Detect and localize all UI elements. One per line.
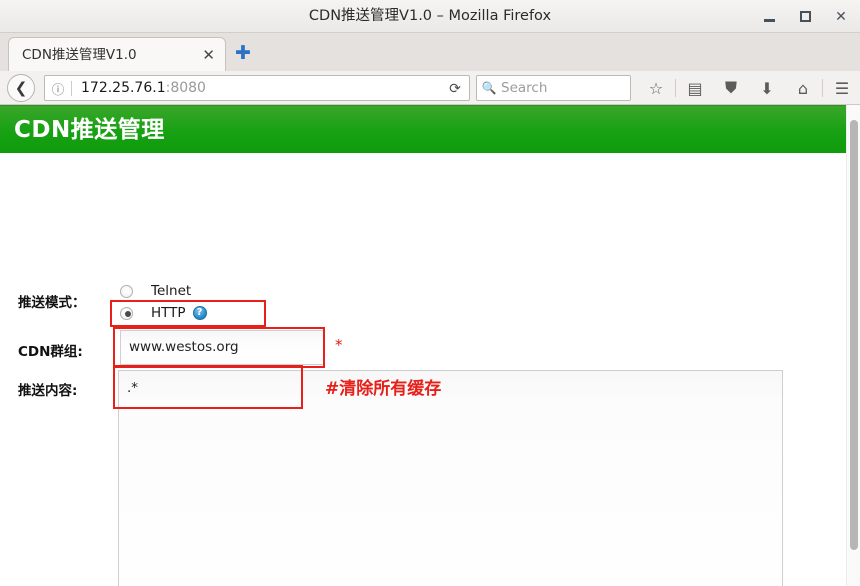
pocket-shield-icon[interactable]: ⛊ (713, 75, 749, 101)
title-bar: CDN推送管理V1.0 – Mozilla Firefox ✕ (0, 0, 860, 33)
maximize-icon (799, 11, 811, 22)
maximize-button[interactable] (794, 6, 816, 28)
browser-tab[interactable]: CDN推送管理V1.0 ✕ (8, 37, 226, 71)
url-port: :8080 (165, 80, 206, 96)
window-title: CDN推送管理V1.0 – Mozilla Firefox (308, 8, 552, 24)
search-icon: 🔍 (481, 81, 497, 95)
push-mode-label: 推送模式： (18, 295, 86, 311)
toolbar-separator (675, 79, 676, 97)
toolbar-separator (822, 79, 823, 97)
downloads-icon[interactable]: ⬇ (749, 75, 785, 101)
reload-icon[interactable]: ⟳ (445, 80, 465, 98)
search-bar[interactable]: 🔍 Search (476, 75, 631, 101)
annotation-box-content (113, 365, 303, 409)
search-placeholder: Search (501, 80, 548, 96)
reading-list-icon[interactable]: ▤ (677, 75, 713, 101)
page-scrollbar-thumb[interactable] (850, 120, 858, 550)
page-scrollbar[interactable] (846, 105, 860, 586)
required-asterisk: * (335, 336, 343, 354)
minimize-button[interactable] (758, 6, 780, 28)
url-bar[interactable]: ⓘ 172.25.76.1:8080 ⟳ (44, 75, 470, 101)
page-title: CDN推送管理 (14, 117, 165, 143)
url-text: 172.25.76.1:8080 (81, 80, 206, 96)
tab-close-icon[interactable]: ✕ (202, 38, 215, 72)
url-host: 172.25.76.1 (81, 80, 166, 96)
home-icon[interactable]: ⌂ (785, 75, 821, 101)
push-content-label: 推送内容: (18, 383, 78, 399)
radio-telnet-label: Telnet (151, 283, 192, 299)
tab-strip: CDN推送管理V1.0 ✕ ✚ (0, 33, 860, 71)
cdn-group-label: CDN群组: (18, 344, 83, 360)
radio-telnet-icon[interactable] (120, 284, 133, 298)
app-header: CDN推送管理 (0, 105, 852, 153)
annotation-box-http (110, 300, 266, 327)
bookmark-star-icon[interactable]: ☆ (638, 75, 674, 101)
site-info-icon[interactable]: ⓘ (45, 79, 71, 98)
radio-option-telnet[interactable]: Telnet (120, 283, 191, 299)
tab-title: CDN推送管理V1.0 (22, 47, 137, 63)
url-separator (71, 80, 72, 96)
close-button[interactable]: ✕ (830, 6, 852, 28)
new-tab-icon[interactable]: ✚ (233, 43, 253, 63)
annotation-text: #清除所有缓存 (325, 379, 442, 399)
navigation-toolbar: ❮ ⓘ 172.25.76.1:8080 ⟳ 🔍 Search ☆ ▤ ⛊ ⬇ … (0, 71, 860, 105)
toolbar-icons: ☆ ▤ ⛊ ⬇ ⌂ ☰ (638, 75, 860, 101)
window-controls: ✕ (758, 0, 852, 33)
back-button-icon[interactable]: ❮ (7, 74, 35, 102)
menu-hamburger-icon[interactable]: ☰ (824, 75, 860, 101)
page-content: CDN推送管理 推送模式： CDN群组: 推送内容: Telnet HTTP ?… (0, 105, 860, 586)
annotation-box-group (113, 327, 325, 368)
firefox-window: CDN推送管理V1.0 – Mozilla Firefox ✕ CDN推送管理V… (0, 0, 860, 586)
minimize-icon (763, 18, 775, 22)
